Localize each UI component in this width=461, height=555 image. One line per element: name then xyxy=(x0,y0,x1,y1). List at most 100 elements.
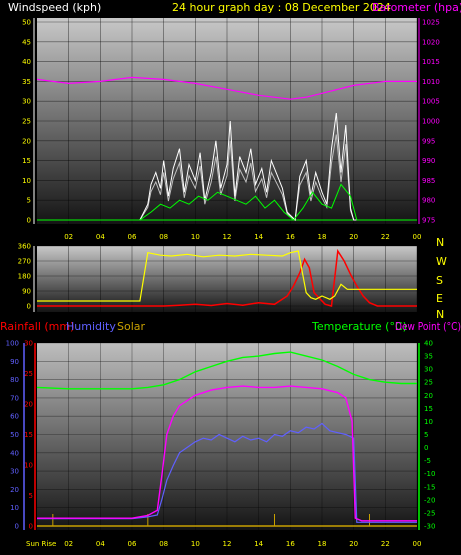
windspeed-tick-label: 5 xyxy=(27,197,31,205)
barometer-tick-label: 990 xyxy=(422,157,435,165)
temperature-tick-label: 40 xyxy=(424,340,433,348)
barometer-tick-label: 985 xyxy=(422,177,435,185)
direction-tick-label: 90 xyxy=(22,288,31,296)
direction-tick-label: 180 xyxy=(18,273,31,281)
temperature-tick-label: 25 xyxy=(424,379,433,387)
temperature-tick-label: -20 xyxy=(424,496,435,504)
temperature-tick-label: 0 xyxy=(424,444,428,452)
x-tick-label: 20 xyxy=(349,233,358,241)
barometer-tick-label: 1015 xyxy=(422,58,440,66)
x-tick-label: 18 xyxy=(318,233,327,241)
temperature-tick-label: 35 xyxy=(424,353,433,361)
windspeed-tick-label: 15 xyxy=(22,157,31,165)
barometer-tick-label: 995 xyxy=(422,137,435,145)
temperature-tick-label: -15 xyxy=(424,483,435,491)
windspeed-tick-label: 20 xyxy=(22,137,31,145)
humidity-tick-label: 50 xyxy=(10,431,19,439)
compass-label-s: S xyxy=(436,274,443,287)
x-tick-label: 00 xyxy=(413,540,422,548)
temperature-tick-label: -5 xyxy=(424,457,431,465)
x-tick-label: 14 xyxy=(254,540,263,548)
x-tick-label: 14 xyxy=(254,233,263,241)
x-tick-label: 08 xyxy=(159,540,168,548)
barometer-label: Barometer (hpa) xyxy=(372,1,461,14)
direction-tick-label: 270 xyxy=(18,258,31,266)
barometer-tick-label: 980 xyxy=(422,197,435,205)
x-tick-label: 04 xyxy=(96,540,105,548)
sunrise-label: Sun Rise xyxy=(26,540,56,548)
dewpoint-label: Dew Point (°C) xyxy=(395,320,461,333)
x-tick-label: 08 xyxy=(159,233,168,241)
rain-tick-label: 0 xyxy=(29,523,33,531)
x-tick-label: 02 xyxy=(64,540,73,548)
barometer-tick-label: 1000 xyxy=(422,118,440,126)
barometer-tick-label: 1010 xyxy=(422,78,440,86)
weather-graph: 0510152025303540455097598098599099510001… xyxy=(0,1,461,548)
graph-title: 24 hour graph day : 08 December 2024 xyxy=(172,1,391,14)
windspeed-tick-label: 45 xyxy=(22,38,31,46)
rain-tick-label: 20 xyxy=(24,401,33,409)
windspeed-tick-label: 30 xyxy=(22,98,31,106)
windspeed-tick-label: 35 xyxy=(22,78,31,86)
x-tick-label: 06 xyxy=(128,233,137,241)
compass-label-n: N xyxy=(436,236,444,249)
direction-tick-label: 360 xyxy=(18,243,31,251)
temperature-tick-label: 5 xyxy=(424,431,428,439)
barometer-tick-label: 1020 xyxy=(422,38,440,46)
windspeed-tick-label: 40 xyxy=(22,58,31,66)
x-tick-label: 12 xyxy=(223,540,232,548)
humidity-tick-label: 40 xyxy=(10,449,19,457)
rain-tick-label: 10 xyxy=(24,462,33,470)
temperature-tick-label: 20 xyxy=(424,392,433,400)
x-tick-label: 22 xyxy=(381,233,390,241)
compass-label-w: W xyxy=(436,255,447,268)
windspeed-tick-label: 25 xyxy=(22,118,31,126)
barometer-tick-label: 1025 xyxy=(422,19,440,27)
x-tick-label: 02 xyxy=(64,233,73,241)
humidity-tick-label: 90 xyxy=(10,358,19,366)
temperature-label: Temperature (°C) xyxy=(311,320,407,333)
x-tick-label: 22 xyxy=(381,540,390,548)
temperature-tick-label: 10 xyxy=(424,418,433,426)
x-tick-label: 06 xyxy=(128,540,137,548)
humidity-tick-label: 100 xyxy=(6,340,19,348)
x-tick-label: 10 xyxy=(191,540,200,548)
compass-labels: NWSEN xyxy=(436,236,447,321)
x-tick-label: 12 xyxy=(223,233,232,241)
temperature-tick-label: -10 xyxy=(424,470,435,478)
windspeed-tick-label: 10 xyxy=(22,177,31,185)
humidity-label: Humidity xyxy=(66,320,116,333)
humidity-tick-label: 20 xyxy=(10,486,19,494)
rain-tick-label: 25 xyxy=(24,370,33,378)
x-tick-label: 00 xyxy=(413,233,422,241)
humidity-tick-label: 60 xyxy=(10,413,19,421)
compass-label-e: E xyxy=(436,292,443,305)
x-tick-label: 16 xyxy=(286,233,295,241)
direction-axes: 0 90 180 270 360 xyxy=(18,243,35,312)
temperature-tick-label: 30 xyxy=(424,366,433,374)
humidity-tick-label: 0 xyxy=(15,523,19,531)
windspeed-label: Windspeed (kph) xyxy=(8,1,101,14)
x-tick-label: 10 xyxy=(191,233,200,241)
barometer-tick-label: 1005 xyxy=(422,98,440,106)
rain-tick-label: 5 xyxy=(29,492,33,500)
humidity-tick-label: 80 xyxy=(10,376,19,384)
rain-tick-label: 15 xyxy=(24,431,33,439)
temperature-tick-label: -25 xyxy=(424,509,435,517)
x-tick-label: 18 xyxy=(318,540,327,548)
solar-label: Solar xyxy=(117,320,146,333)
humidity-tick-label: 10 xyxy=(10,504,19,512)
windspeed-tick-label: 50 xyxy=(22,19,31,27)
humidity-tick-label: 30 xyxy=(10,468,19,476)
windspeed-tick-label: 0 xyxy=(27,217,31,225)
temperature-tick-label: -30 xyxy=(424,523,435,531)
direction-tick-label: 0 xyxy=(27,303,31,311)
x-tick-label: 16 xyxy=(286,540,295,548)
humidity-tick-label: 70 xyxy=(10,394,19,402)
barometer-tick-label: 975 xyxy=(422,217,435,225)
rain-tick-label: 30 xyxy=(24,340,33,348)
rainfall-label: Rainfall (mm) xyxy=(0,320,74,333)
x-tick-label: 04 xyxy=(96,233,105,241)
x-tick-label: 20 xyxy=(349,540,358,548)
temperature-tick-label: 15 xyxy=(424,405,433,413)
